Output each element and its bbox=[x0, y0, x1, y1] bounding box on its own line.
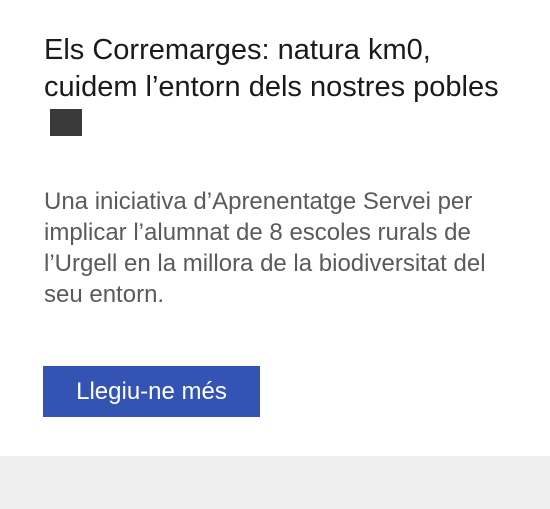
title-square-icon bbox=[50, 109, 82, 136]
read-more-button[interactable]: Llegiu-ne més bbox=[43, 366, 260, 417]
card-title-text: Els Corremarges: natura km0, cuidem l’en… bbox=[44, 34, 499, 103]
card-description: Una iniciativa d’Aprenentatge Servei per… bbox=[44, 188, 486, 308]
card-title: Els Corremarges: natura km0, cuidem l’en… bbox=[44, 32, 514, 143]
article-card: Els Corremarges: natura km0, cuidem l’en… bbox=[0, 0, 550, 456]
footer-band bbox=[0, 456, 550, 509]
